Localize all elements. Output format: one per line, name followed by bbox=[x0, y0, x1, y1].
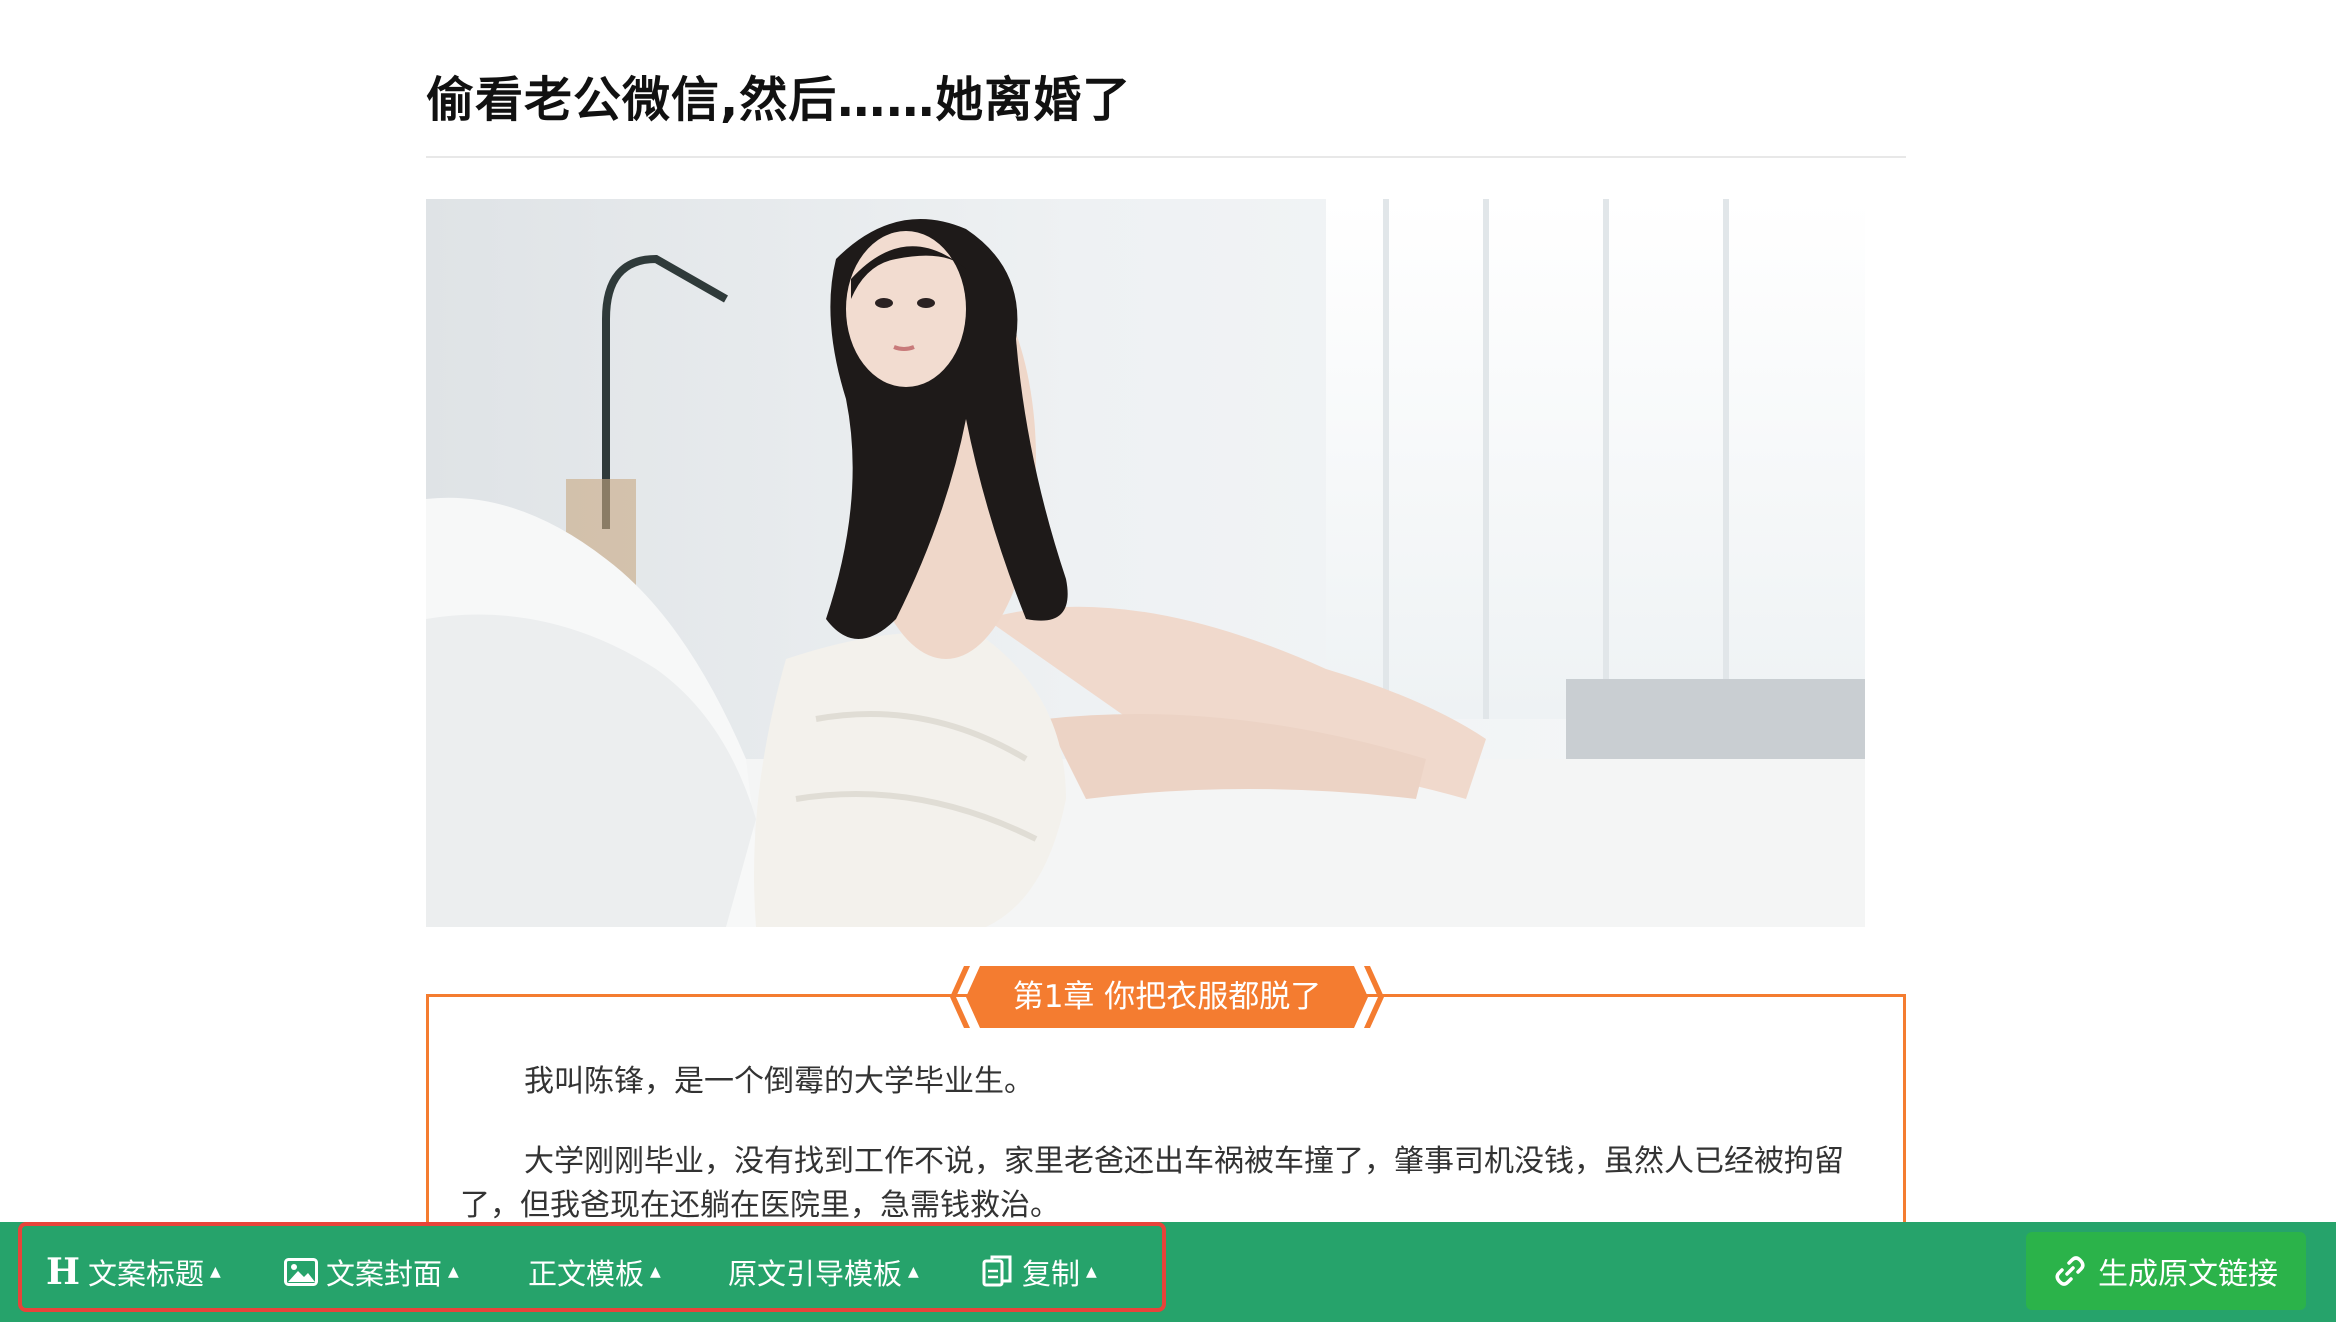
tool-label: 复制 bbox=[1022, 1257, 1081, 1291]
title-divider bbox=[426, 156, 1906, 158]
guide-template-button[interactable]: 原文引导模板 ▲ bbox=[728, 1250, 919, 1294]
caret-up-icon: ▲ bbox=[1086, 1264, 1097, 1280]
cover-template-button[interactable]: 文案封面 ▲ bbox=[284, 1250, 459, 1294]
title-template-button[interactable]: H 文案标题 ▲ bbox=[46, 1250, 221, 1294]
chapter-label: 第1章 你把衣服都脱了 bbox=[1012, 979, 1322, 1015]
paragraph: 我叫陈锋，是一个倒霉的大学毕业生。 bbox=[524, 1064, 1034, 1099]
generate-link-label: 生成原文链接 bbox=[2098, 1257, 2278, 1292]
heading-icon: H bbox=[46, 1251, 81, 1293]
cover-image bbox=[426, 199, 1865, 927]
caret-up-icon: ▲ bbox=[210, 1264, 221, 1280]
tool-label: 原文引导模板 bbox=[728, 1257, 903, 1291]
caret-up-icon: ▲ bbox=[908, 1264, 919, 1280]
caret-up-icon: ▲ bbox=[650, 1264, 661, 1280]
copy-icon bbox=[982, 1255, 1014, 1289]
tool-label: 文案封面 bbox=[326, 1257, 443, 1291]
chapter-badge: 第1章 你把衣服都脱了 bbox=[950, 966, 1384, 1028]
body-template-button[interactable]: 正文模板 ▲ bbox=[528, 1250, 661, 1294]
tool-label: 正文模板 bbox=[528, 1257, 645, 1291]
tool-label: 文案标题 bbox=[88, 1257, 205, 1291]
link-icon bbox=[2054, 1255, 2086, 1287]
image-icon bbox=[284, 1258, 318, 1286]
paragraph: 大学刚刚毕业，没有找到工作不说，家里老爸还出车祸被车撞了，肇事司机没钱，虽然人已… bbox=[460, 1144, 1844, 1223]
caret-up-icon: ▲ bbox=[448, 1264, 459, 1280]
generate-link-button[interactable]: 生成原文链接 bbox=[2026, 1232, 2306, 1310]
article-title: 偷看老公微信,然后……她离婚了 bbox=[426, 72, 1132, 128]
copy-button[interactable]: 复制 ▲ bbox=[982, 1250, 1097, 1294]
